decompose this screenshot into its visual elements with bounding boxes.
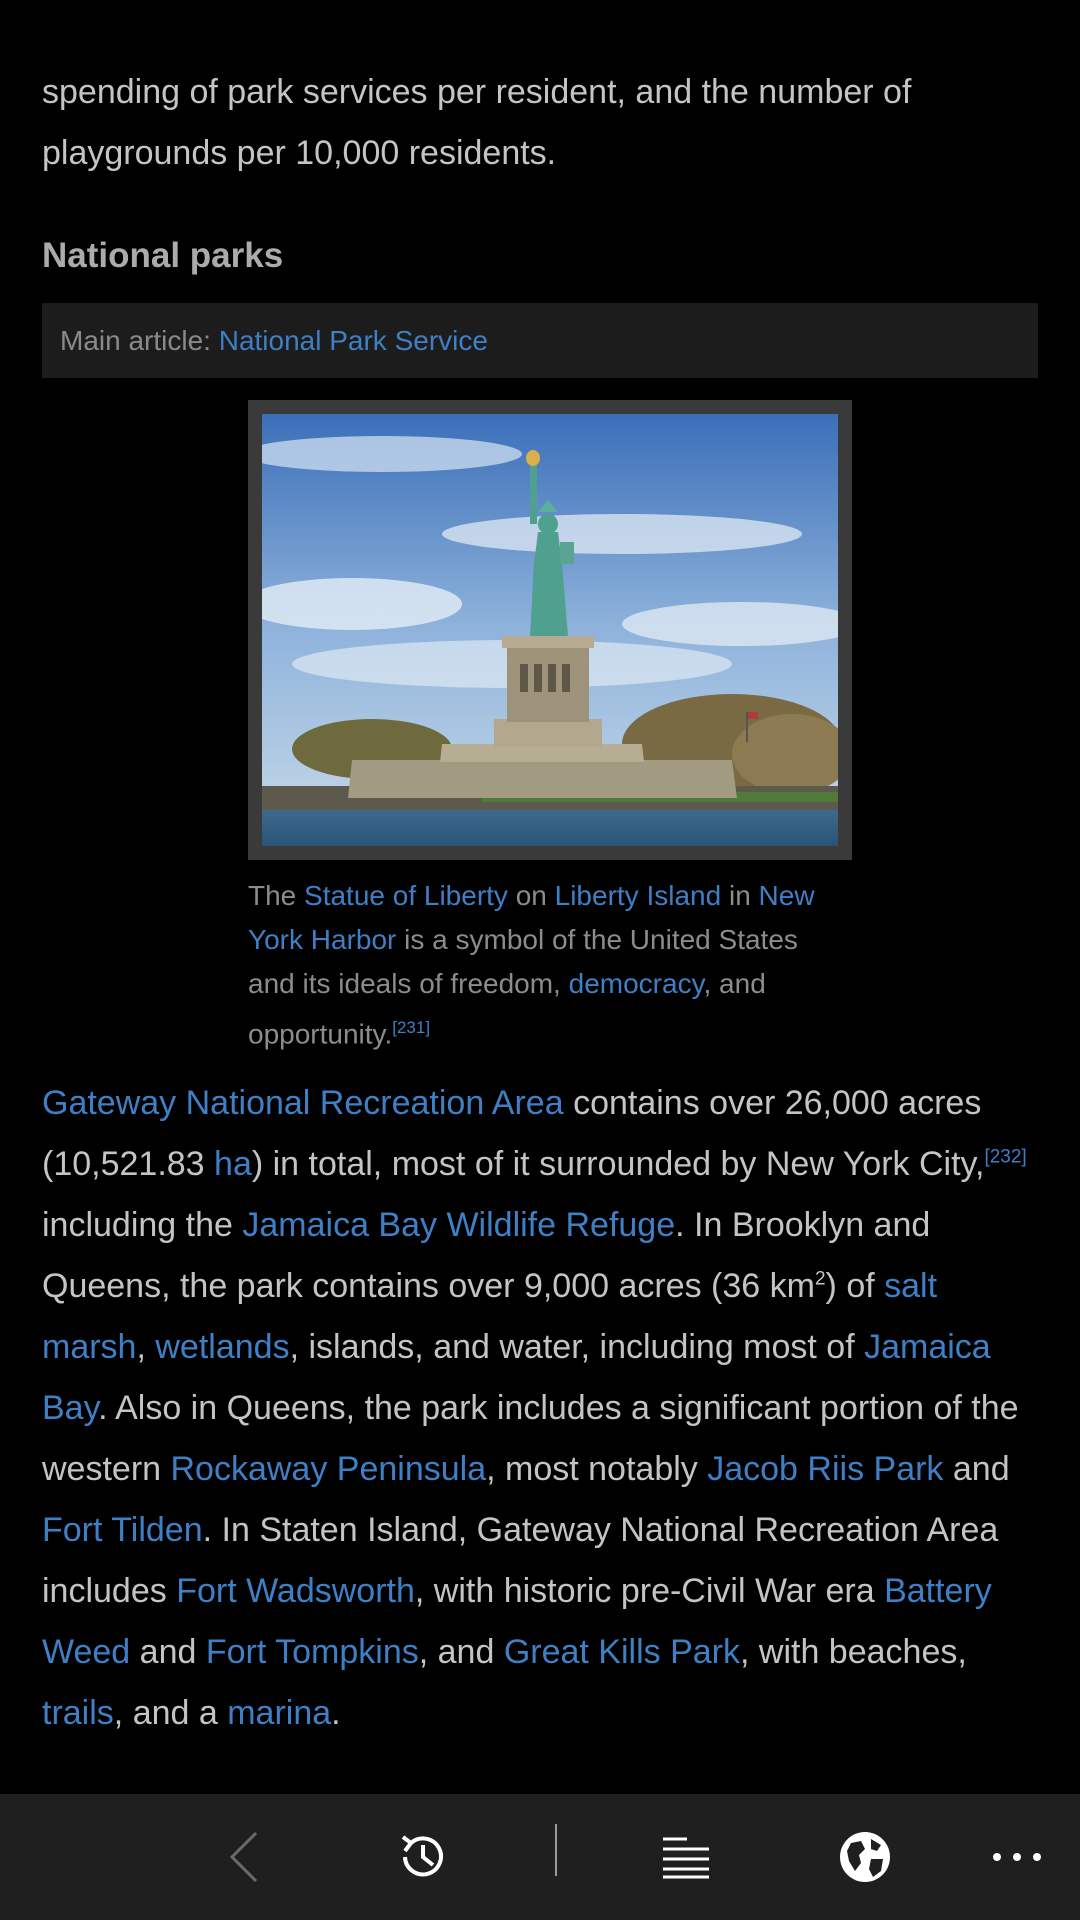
statue-of-liberty-image[interactable] bbox=[262, 414, 838, 846]
bottom-toolbar bbox=[0, 1794, 1080, 1920]
language-button[interactable] bbox=[834, 1794, 896, 1920]
fort-wadsworth-link[interactable]: Fort Wadsworth bbox=[176, 1572, 415, 1610]
great-kills-park-link[interactable]: Great Kills Park bbox=[504, 1633, 740, 1671]
national-park-service-link[interactable]: National Park Service bbox=[219, 325, 488, 356]
hectare-link[interactable]: ha bbox=[214, 1145, 252, 1183]
contents-button[interactable] bbox=[656, 1794, 716, 1920]
toolbar-divider bbox=[555, 1824, 557, 1876]
para-text: and bbox=[943, 1450, 1010, 1488]
gateway-paragraph: Gateway National Recreation Area contain… bbox=[42, 1073, 1042, 1744]
reference-231-link[interactable]: [231] bbox=[392, 1018, 430, 1037]
para-text: , with historic pre-Civil War era bbox=[414, 1572, 885, 1610]
liberty-island-link[interactable]: Liberty Island bbox=[555, 880, 722, 911]
marina-link[interactable]: marina bbox=[227, 1694, 331, 1732]
back-icon bbox=[229, 1831, 258, 1883]
para-text: ) in total, most of it surrounded by New… bbox=[251, 1145, 985, 1183]
para-text: . bbox=[331, 1694, 341, 1732]
para-text: , islands, and water, including most of bbox=[289, 1328, 865, 1366]
para-text: , with beaches, bbox=[740, 1633, 967, 1671]
gateway-link[interactable]: Gateway National Recreation Area bbox=[42, 1084, 564, 1122]
rockaway-peninsula-link[interactable]: Rockaway Peninsula bbox=[171, 1450, 487, 1488]
caption-text: on bbox=[507, 880, 555, 911]
contents-icon bbox=[663, 1837, 709, 1879]
caption-text: in bbox=[721, 880, 759, 911]
intro-paragraph: spending of park services per resident, … bbox=[42, 73, 912, 172]
history-icon bbox=[401, 1835, 443, 1877]
caption-text: The bbox=[248, 880, 305, 911]
more-icon bbox=[993, 1853, 1041, 1861]
para-text: including the bbox=[42, 1206, 243, 1244]
jacob-riis-park-link[interactable]: Jacob Riis Park bbox=[707, 1450, 943, 1488]
para-text: ) of bbox=[825, 1267, 885, 1305]
trails-link[interactable]: trails bbox=[42, 1694, 114, 1732]
statue-of-liberty-link[interactable]: Statue of Liberty bbox=[304, 880, 508, 911]
para-text: , and a bbox=[113, 1694, 228, 1732]
figure-frame bbox=[248, 400, 852, 860]
globe-icon bbox=[840, 1832, 890, 1882]
para-text: , bbox=[136, 1328, 156, 1366]
reference-232-link[interactable]: [232] bbox=[984, 1147, 1026, 1168]
hatnote-prefix: Main article: bbox=[60, 325, 219, 356]
statue-of-liberty-photo bbox=[262, 414, 838, 846]
history-button[interactable] bbox=[390, 1794, 456, 1920]
back-button[interactable] bbox=[214, 1794, 274, 1920]
figure-caption: The Statue of Liberty on Liberty Island … bbox=[248, 874, 848, 1056]
more-button[interactable] bbox=[988, 1794, 1046, 1920]
fort-tilden-link[interactable]: Fort Tilden bbox=[42, 1511, 203, 1549]
jamaica-bay-wildlife-refuge-link[interactable]: Jamaica Bay Wildlife Refuge bbox=[242, 1206, 675, 1244]
para-text: and bbox=[130, 1633, 206, 1671]
squared-superscript: 2 bbox=[814, 1268, 826, 1290]
fort-tompkins-link[interactable]: Fort Tompkins bbox=[206, 1633, 419, 1671]
para-text: , most notably bbox=[486, 1450, 708, 1488]
section-heading: National parks bbox=[42, 236, 284, 275]
main-article-note: Main article: National Park Service bbox=[42, 303, 1038, 378]
democracy-link[interactable]: democracy bbox=[569, 968, 704, 999]
para-text: , and bbox=[418, 1633, 504, 1671]
wetlands-link[interactable]: wetlands bbox=[155, 1328, 289, 1366]
